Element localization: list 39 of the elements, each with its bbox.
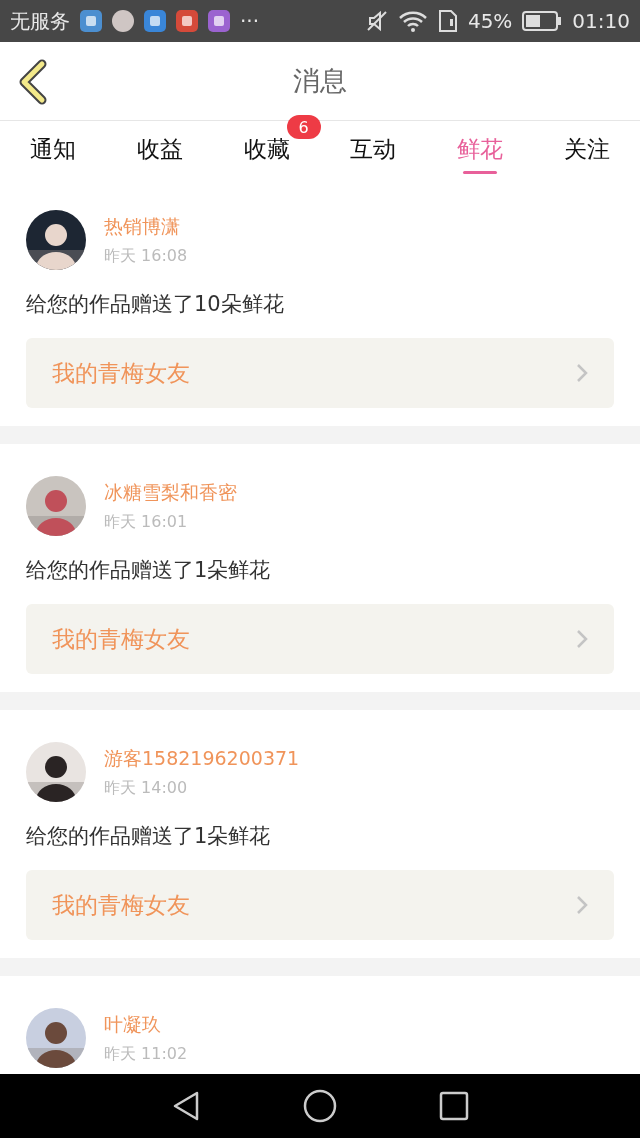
user-name[interactable]: 游客1582196200371 [104,745,300,772]
selected-underline [463,171,497,174]
chevron-icon [576,629,588,649]
avatar-icon [112,10,134,32]
message-text: 给您的作品赠送了1朵鲜花 [26,557,272,584]
home-nav-button[interactable] [303,1089,337,1123]
app-icon [176,10,198,32]
tab[interactable]: 收益 [106,121,214,178]
tab[interactable]: 通知 [0,121,107,178]
message-time: 昨天 14:00 [104,777,189,799]
user-name[interactable]: 叶凝玖 [104,1011,188,1038]
clock-text: 01:10 [572,9,630,33]
tab[interactable]: 鲜花 [426,121,534,178]
work-link[interactable]: 我的青梅女友 [26,604,614,674]
count-badge: 6 [286,115,321,139]
page-title: 消息 [293,64,347,98]
sim-icon [437,9,458,33]
chevron-icon [576,363,588,383]
message-time: 昨天 11:02 [104,1043,188,1065]
battery-text: 45% [467,9,513,33]
message-text: 给您的作品赠送了10朵鲜花 [26,291,285,318]
message-time: 昨天 16:08 [104,245,188,267]
carrier-text: 无服务 [10,7,70,35]
work-link[interactable]: 我的青梅女友 [26,338,614,408]
battery-icon [522,11,563,31]
user-name[interactable]: 热销博潇 [104,213,188,240]
recents-nav-button[interactable] [439,1091,469,1121]
message-text: 给您的作品赠送了1朵鲜花 [26,823,272,850]
work-link[interactable]: 我的青梅女友 [26,870,614,940]
mute-icon [365,10,388,32]
chevron-icon [576,895,588,915]
tab[interactable]: 关注 [533,121,640,178]
user-name[interactable]: 冰糖雪梨和香密 [104,479,237,506]
tab[interactable]: 互动 [320,121,427,178]
wifi-icon [397,10,428,32]
more-text: ··· [240,9,260,33]
message-time: 昨天 16:01 [104,511,189,533]
back-nav-button[interactable] [171,1090,201,1122]
app-icon [80,10,102,32]
